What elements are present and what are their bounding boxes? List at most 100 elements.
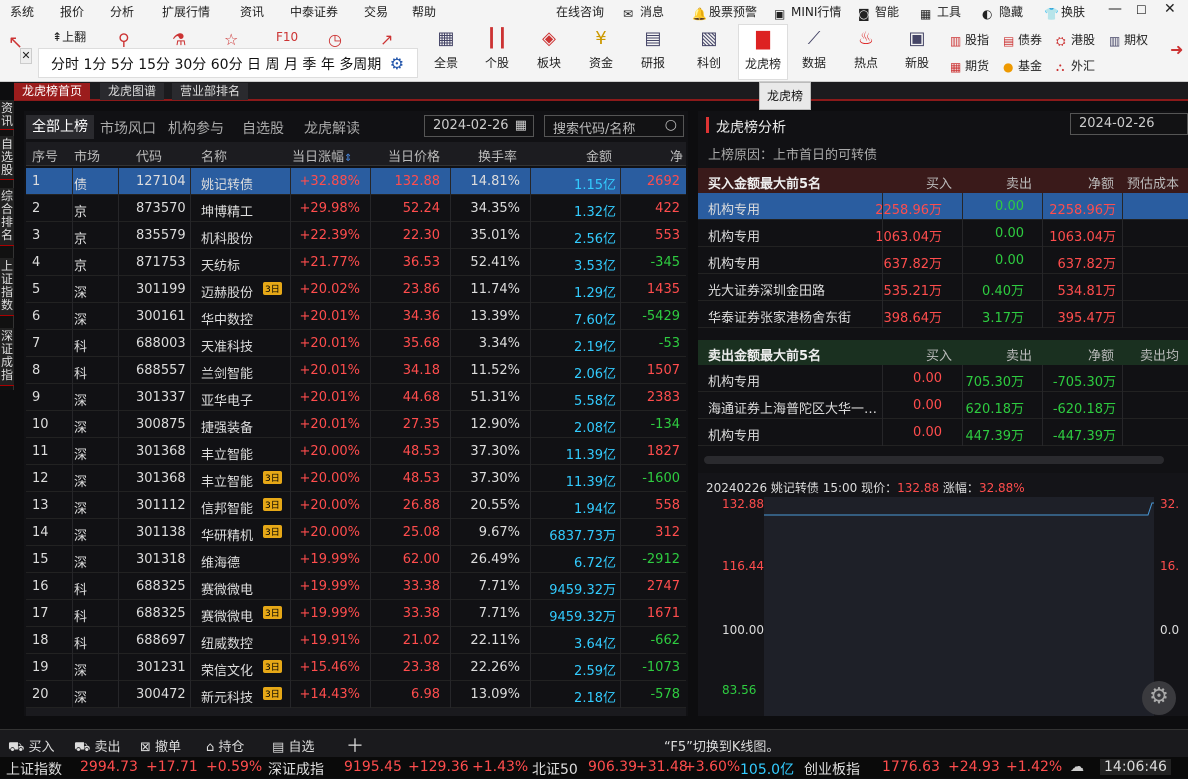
broker-row[interactable]: 机构专用 2258.96万 0.00 2258.96万: [698, 193, 1188, 220]
sidebar-item-ranking[interactable]: 综合排名: [0, 188, 14, 246]
tab-dragon-tiger-home[interactable]: 龙虎榜首页: [14, 83, 91, 100]
toolbar-panorama[interactable]: ▦ 全景: [421, 24, 471, 80]
watchlist-button[interactable]: ▤ 自选: [272, 736, 314, 755]
col-price[interactable]: 当日价格: [388, 146, 440, 165]
menu-online-consult[interactable]: 在线咨询: [556, 3, 604, 20]
sidebar-item-sh-index[interactable]: 上证指数: [0, 258, 14, 316]
menu-quote[interactable]: 报价: [60, 3, 84, 20]
tab-branch-ranking[interactable]: 营业部排名: [172, 83, 249, 100]
date-picker[interactable]: 2024-02-26 ▦: [424, 115, 534, 137]
chart-icon[interactable]: ↗: [380, 30, 393, 49]
col-amount[interactable]: 金额: [586, 146, 612, 165]
menu-broker[interactable]: 中泰证券: [290, 3, 338, 20]
toolbar-futures[interactable]: ▦ 期货: [950, 57, 989, 74]
subtab-interpretation[interactable]: 龙虎解读: [304, 118, 360, 138]
toolbar-fund[interactable]: ● 基金: [1003, 57, 1042, 74]
buy-button[interactable]: ⛟ 买入: [8, 736, 55, 757]
settings-gear-icon[interactable]: ⚙: [390, 54, 404, 73]
menu-help[interactable]: 帮助: [412, 3, 436, 20]
toolbar-data[interactable]: ⟋ 数据: [789, 24, 839, 80]
table-row[interactable]: 3 京 835579 机科股份 +22.39% 22.30 35.01% 2.56亿 553: [26, 222, 686, 249]
close-icon[interactable]: ✕: [1164, 1, 1176, 17]
broker-row[interactable]: 机构专用 0.00 447.39万 -447.39万: [698, 419, 1188, 446]
add-icon[interactable]: ＋: [346, 732, 364, 758]
table-row[interactable]: 7 科 688003 天准科技 +20.01% 35.68 3.34% 2.19亿 -53: [26, 330, 686, 357]
sell-button[interactable]: ⛟ 卖出: [74, 736, 121, 757]
table-row[interactable]: 2 京 873570 坤博精工 +29.98% 52.24 34.35% 1.32亿 422: [26, 195, 686, 222]
broker-row[interactable]: 机构专用 0.00 705.30万 -705.30万: [698, 365, 1188, 392]
ticker-sh-name[interactable]: 上证指数: [6, 759, 62, 779]
table-row[interactable]: 4 京 871753 天纺标 +21.77% 36.53 52.41% 3.53亿 -345: [26, 249, 686, 276]
ticker-bz-name[interactable]: 北证50: [532, 759, 578, 779]
table-row[interactable]: 17 科 688325 赛微微电 3日 +19.99% 33.38 7.71% 9459.32万…: [26, 600, 686, 627]
scroll-right-icon[interactable]: ➜: [1170, 40, 1183, 59]
close-periods-button[interactable]: ✕: [20, 48, 32, 64]
col-turnover[interactable]: 换手率: [478, 146, 517, 165]
col-market[interactable]: 市场: [74, 146, 100, 165]
horizontal-scrollbar[interactable]: [26, 708, 686, 716]
period-year[interactable]: 年: [321, 57, 335, 73]
table-row[interactable]: 13 深 301112 信邦智能 3日 +20.00% 26.88 20.55% 1.94亿 55…: [26, 492, 686, 519]
table-row[interactable]: 5 深 301199 迈赫股份 3日 +20.02% 23.86 11.74% 1.29亿 143…: [26, 276, 686, 303]
toolbar-stock[interactable]: ┃┃ 个股: [472, 24, 522, 80]
subtab-all[interactable]: 全部上榜: [26, 115, 94, 139]
menu-skin[interactable]: 👕 换肤: [1044, 3, 1085, 21]
menu-hide[interactable]: ◐ 隐藏: [982, 3, 1023, 21]
period-1min[interactable]: 1分: [83, 57, 106, 73]
f10-icon[interactable]: F10: [276, 30, 298, 44]
table-row[interactable]: 12 深 301368 丰立智能 3日 +20.00% 48.53 37.30% 11.39亿 -…: [26, 465, 686, 492]
table-row[interactable]: 15 深 301318 维海德 +19.99% 62.00 26.49% 6.72亿 -2912: [26, 546, 686, 573]
tool-icon-b[interactable]: ⚗: [172, 30, 186, 49]
toolbar-ipo[interactable]: ▣ 新股: [892, 24, 942, 80]
subtab-institution[interactable]: 机构参与: [168, 118, 224, 138]
sidebar-item-sz-index[interactable]: 深证成指: [0, 328, 14, 386]
col-net[interactable]: 净: [670, 146, 683, 165]
col-index[interactable]: 序号: [32, 146, 58, 165]
period-5min[interactable]: 5分: [111, 57, 134, 73]
toolbar-hk[interactable]: ⛭ 港股: [1056, 31, 1095, 48]
toolbar-forex[interactable]: ⛬ 外汇: [1056, 57, 1095, 74]
tab-dragon-tiger-map[interactable]: 龙虎图谱: [100, 83, 165, 100]
chart-settings-icon[interactable]: ⚙: [1142, 681, 1176, 715]
period-30min[interactable]: 30分: [174, 57, 206, 73]
table-row[interactable]: 9 深 301337 亚华电子 +20.01% 44.68 51.31% 5.58亿 2383: [26, 384, 686, 411]
toolbar-sector[interactable]: ◈ 板块: [524, 24, 574, 80]
clock-icon[interactable]: ◷: [328, 30, 342, 49]
analysis-scrollbar[interactable]: [704, 456, 1164, 464]
period-quarter[interactable]: 季: [302, 57, 316, 73]
period-week[interactable]: 周: [266, 57, 280, 73]
table-row[interactable]: 11 深 301368 丰立智能 +20.00% 48.53 37.30% 11.39亿 182…: [26, 438, 686, 465]
table-row[interactable]: 20 深 300472 新元科技 3日 +14.43% 6.98 13.09% 2.18亿 -57…: [26, 681, 686, 708]
table-row[interactable]: 18 科 688697 纽威数控 +19.91% 21.02 22.11% 3.64亿 -662: [26, 627, 686, 654]
period-multi[interactable]: 多周期: [339, 57, 381, 73]
toolbar-index-futures[interactable]: ▥ 股指: [950, 31, 989, 48]
table-row[interactable]: 16 科 688325 赛微微电 +19.99% 33.38 7.71% 9459.32万 27…: [26, 573, 686, 600]
broker-row[interactable]: 光大证券深圳金田路 535.21万 0.40万 534.81万: [698, 274, 1188, 301]
tool-icon-a[interactable]: ⚲: [118, 30, 130, 49]
subtab-market-trend[interactable]: 市场风口: [100, 118, 156, 138]
period-day[interactable]: 日: [247, 57, 261, 73]
menu-mini[interactable]: ▣ MINI行情: [774, 3, 841, 21]
minimize-icon[interactable]: —: [1108, 1, 1122, 17]
table-row[interactable]: 8 科 688557 兰剑智能 +20.01% 34.18 11.52% 2.06亿 1507: [26, 357, 686, 384]
toolbar-dragon-tiger[interactable]: ▇ 龙虎榜: [738, 24, 788, 80]
period-60min[interactable]: 60分: [211, 57, 243, 73]
menu-analysis[interactable]: 分析: [110, 3, 134, 20]
menu-extended[interactable]: 扩展行情: [162, 3, 210, 20]
toolbar-bonds[interactable]: ▤ 债券: [1003, 31, 1042, 48]
ticker-sz-name[interactable]: 深证成指: [268, 759, 324, 779]
page-up-button[interactable]: ⇞上翻: [52, 28, 86, 45]
cancel-order-button[interactable]: ⊠ 撤单: [140, 736, 181, 755]
menu-alert[interactable]: 🔔 股票预警: [692, 3, 757, 21]
table-row[interactable]: 19 深 301231 荣信文化 3日 +15.46% 23.38 22.26% 2.59亿 -1…: [26, 654, 686, 681]
period-tick[interactable]: 分时: [51, 57, 79, 73]
menu-system[interactable]: 系统: [10, 3, 34, 20]
table-row[interactable]: 6 深 300161 华中数控 +20.01% 34.36 13.39% 7.60亿 -5429: [26, 303, 686, 330]
ticker-cyb-name[interactable]: 创业板指: [804, 759, 860, 779]
col-code[interactable]: 代码: [136, 146, 162, 165]
table-row[interactable]: 10 深 300875 捷强装备 +20.01% 27.35 12.90% 2.08亿 -134: [26, 411, 686, 438]
positions-button[interactable]: ⌂ 持仓: [206, 736, 244, 755]
col-name[interactable]: 名称: [201, 146, 227, 165]
table-row[interactable]: 14 深 301138 华研精机 3日 +20.00% 25.08 9.67% 6837.73万…: [26, 519, 686, 546]
menu-news[interactable]: 资讯: [240, 3, 264, 20]
